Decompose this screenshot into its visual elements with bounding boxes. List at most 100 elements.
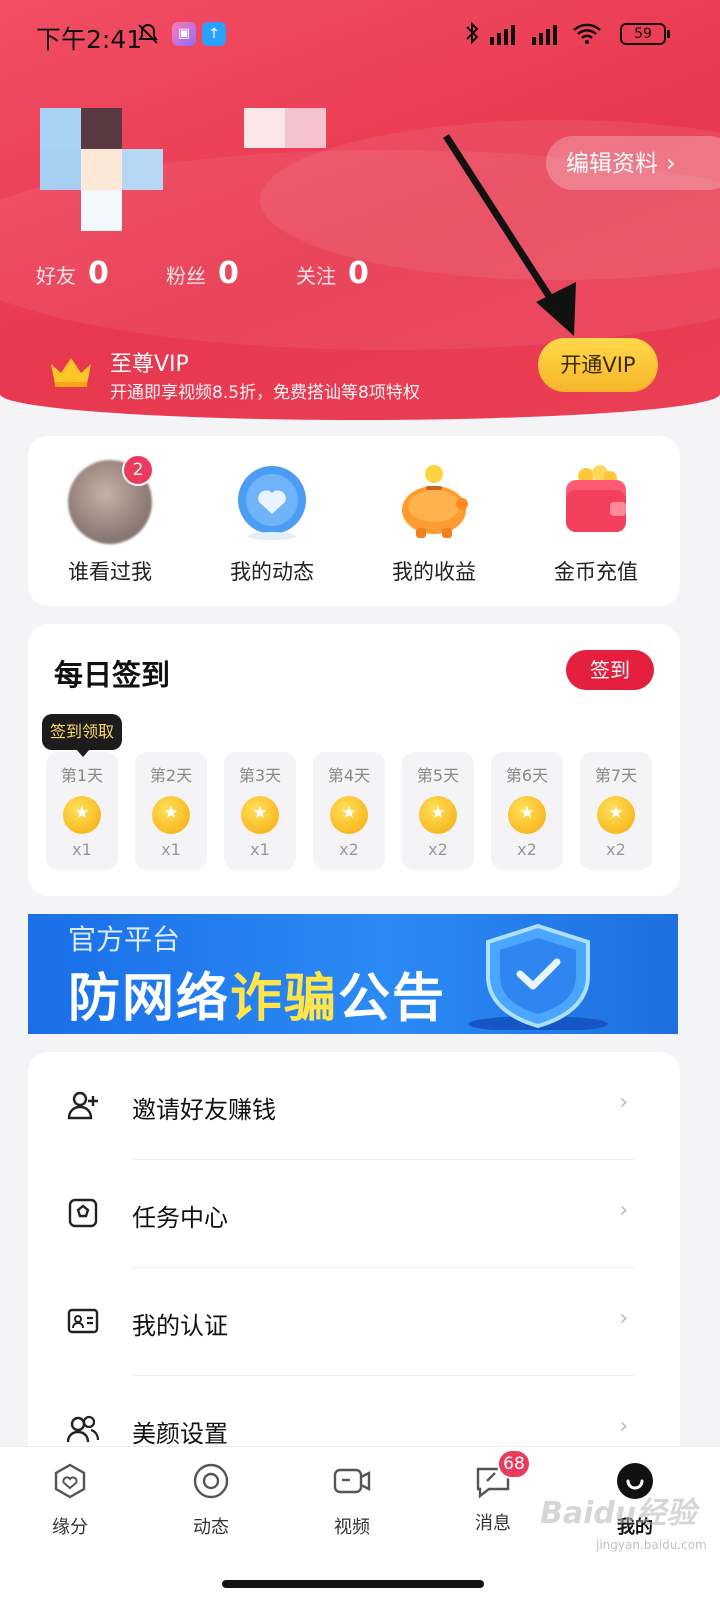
tab-messages[interactable]: 68 消息: [443, 1449, 543, 1535]
menu-label: 美颜设置: [132, 1420, 228, 1448]
user-avatar[interactable]: [40, 108, 163, 231]
heart-bubble-icon: [230, 460, 314, 544]
day-label: 第6天: [505, 766, 549, 785]
signin-day[interactable]: 第3天 x1: [224, 752, 296, 870]
status-time: 下午2:41: [36, 25, 143, 54]
stat-label: 粉丝: [166, 264, 206, 288]
signin-day[interactable]: 第7天 x2: [580, 752, 652, 870]
menu-task-center[interactable]: 任务中心 ›: [28, 1160, 680, 1268]
shortcut-label: 我的收益: [392, 560, 476, 584]
shortcut-my-earnings[interactable]: 我的收益: [354, 460, 514, 586]
stat-value: 0: [88, 256, 109, 291]
baidu-watermark-url: jingyan.baidu.com: [596, 1538, 707, 1552]
day-reward: x2: [428, 840, 448, 859]
banner-title: 防网络诈骗公告: [68, 956, 446, 1031]
signin-button[interactable]: 签到: [566, 650, 654, 690]
daily-signin-card: 每日签到 签到 第1天 x1 第2天 x1 第3天 x1 第4天 x2 第5天 …: [28, 624, 680, 896]
banner-title-highlight: 诈骗: [230, 969, 339, 1029]
video-icon: [333, 1468, 371, 1494]
day-reward: x2: [339, 840, 359, 859]
tab-fate[interactable]: 缘分: [20, 1461, 120, 1539]
banner-subtitle: 官方平台: [68, 923, 181, 956]
home-indicator[interactable]: [222, 1580, 484, 1588]
coin-icon: [597, 796, 635, 834]
menu-label: 邀请好友赚钱: [132, 1096, 276, 1124]
day-label: 第5天: [416, 766, 460, 785]
tab-video[interactable]: 视频: [302, 1461, 402, 1539]
user-nickname: [244, 108, 326, 148]
day-reward: x1: [250, 840, 270, 859]
stat-following[interactable]: 关注 0: [296, 256, 426, 291]
cell-signal-2-icon: [532, 25, 557, 45]
signin-day[interactable]: 第6天 x2: [491, 752, 563, 870]
upload-notification-icon: ↑: [202, 22, 226, 46]
tab-label: 消息: [475, 1513, 511, 1534]
menu-label: 任务中心: [132, 1204, 228, 1232]
wallet-icon: [554, 460, 638, 544]
shortcut-label: 金币充值: [554, 560, 638, 584]
shield-icon: [468, 923, 608, 1030]
day-reward: x2: [517, 840, 537, 859]
chevron-right-icon: ›: [619, 1414, 628, 1439]
settings-menu: 邀请好友赚钱 › 任务中心 › 我的认证 › 美颜设置 ›: [28, 1052, 680, 1472]
day-label: 第3天: [238, 766, 282, 785]
invite-user-icon: [67, 1091, 98, 1120]
shortcut-my-moments[interactable]: 我的动态: [192, 460, 352, 586]
task-icon: [68, 1198, 98, 1228]
baidu-watermark: Baidu经验: [540, 1496, 697, 1531]
vip-title: 至尊VIP: [110, 352, 189, 377]
shortcut-card: 2 谁看过我 我的动态 我的收益 金币充值: [28, 436, 680, 606]
signin-day[interactable]: 第1天 x1: [46, 752, 118, 870]
coin-icon: [508, 796, 546, 834]
stat-friends[interactable]: 好友 0: [36, 256, 166, 291]
day-label: 第1天: [60, 766, 104, 785]
visitor-avatar-icon: 2: [68, 454, 154, 544]
message-icon-wrap: 68: [473, 1449, 531, 1501]
shortcut-visitors[interactable]: 2 谁看过我: [30, 454, 190, 586]
day-label: 第4天: [327, 766, 371, 785]
piggy-bank-icon: [392, 460, 476, 544]
shortcut-label: 我的动态: [230, 560, 314, 584]
menu-invite-friends[interactable]: 邀请好友赚钱 ›: [28, 1052, 680, 1160]
annotation-arrow-icon: [443, 134, 576, 336]
signin-day[interactable]: 第4天 x2: [313, 752, 385, 870]
tab-label: 动态: [193, 1517, 229, 1538]
chevron-right-icon: ›: [619, 1306, 628, 1331]
signal-indicators: [464, 20, 602, 46]
signin-title: 每日签到: [54, 658, 171, 692]
tab-moments[interactable]: 动态: [161, 1461, 261, 1539]
messages-count-badge: 68: [497, 1449, 531, 1479]
profile-stats: 好友 0 粉丝 0 关注 0: [36, 256, 426, 291]
anti-fraud-banner[interactable]: 官方平台 防网络诈骗公告: [28, 914, 678, 1034]
signin-day[interactable]: 第5天 x2: [402, 752, 474, 870]
battery-indicator: 59: [620, 23, 670, 45]
signin-day[interactable]: 第2天 x1: [135, 752, 207, 870]
day-label: 第2天: [149, 766, 193, 785]
bluetooth-icon: [466, 21, 479, 45]
day-label: 第7天: [594, 766, 638, 785]
fate-icon: [54, 1463, 86, 1499]
coin-icon: [241, 796, 279, 834]
chevron-right-icon: ›: [666, 149, 676, 177]
tab-label: 视频: [334, 1517, 370, 1538]
chevron-right-icon: ›: [619, 1198, 628, 1223]
stat-label: 关注: [296, 264, 336, 288]
menu-my-verification[interactable]: 我的认证 ›: [28, 1268, 680, 1376]
menu-label: 我的认证: [132, 1312, 228, 1340]
stat-fans[interactable]: 粉丝 0: [166, 256, 296, 291]
visitor-count-badge: 2: [122, 454, 154, 486]
stat-value: 0: [218, 256, 239, 291]
vip-description: 开通即享视频8.5折，免费搭讪等8项特权: [110, 383, 420, 403]
day-reward: x1: [161, 840, 181, 859]
day-reward: x2: [606, 840, 626, 859]
beauty-users-icon: [66, 1415, 100, 1443]
shortcut-label: 谁看过我: [68, 560, 152, 584]
shortcut-coin-recharge[interactable]: 金币充值: [516, 460, 676, 586]
moments-icon: [193, 1463, 229, 1499]
tab-label: 缘分: [52, 1517, 88, 1538]
id-card-icon: [67, 1308, 99, 1334]
status-bar: 下午2:41 ▣ ↑ 59: [0, 0, 720, 70]
open-vip-button[interactable]: 开通VIP: [538, 338, 658, 392]
coin-icon: [419, 796, 457, 834]
stat-value: 0: [348, 256, 369, 291]
